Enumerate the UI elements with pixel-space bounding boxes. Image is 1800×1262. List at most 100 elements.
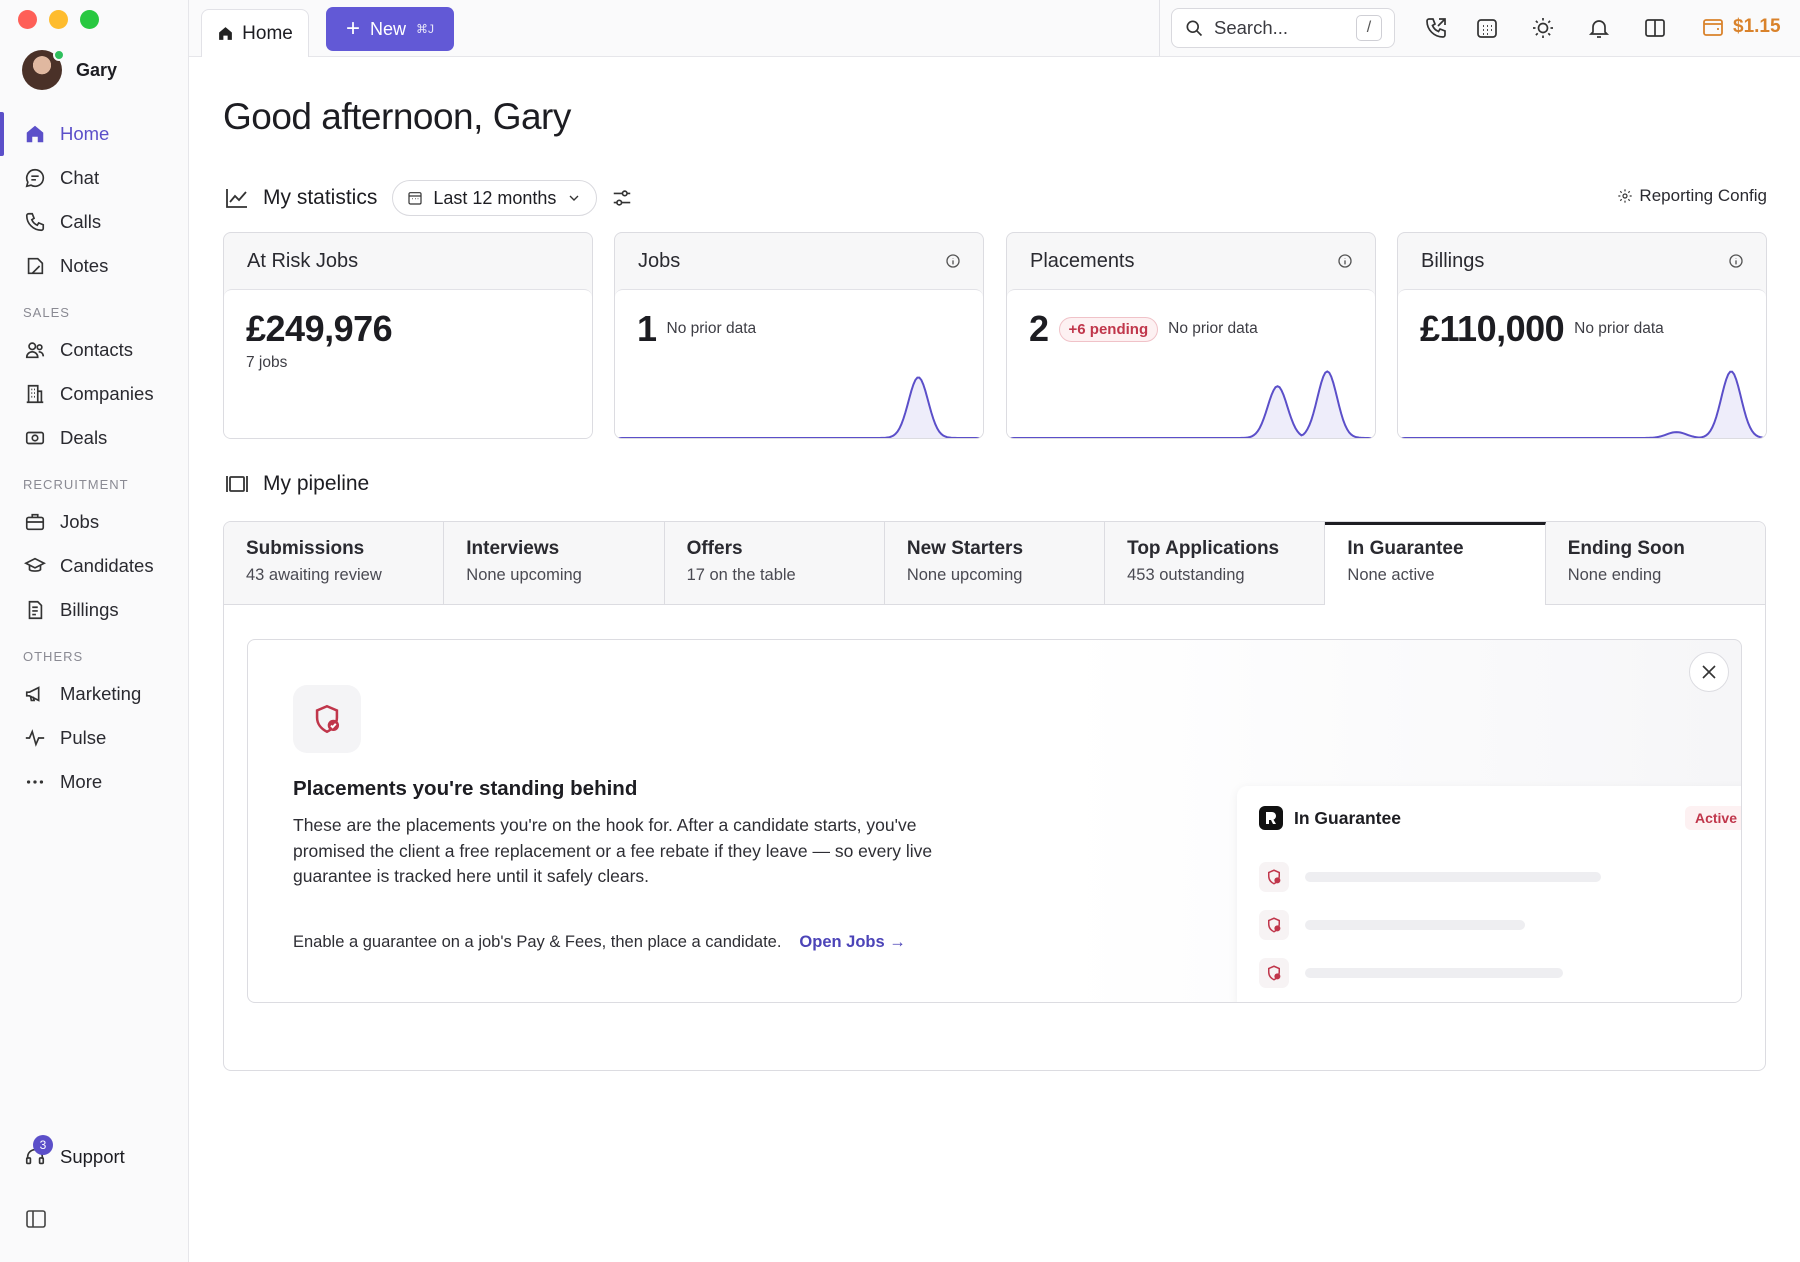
reporting-config-label: Reporting Config (1639, 186, 1767, 205)
tab-subtitle: 43 awaiting review (246, 566, 382, 584)
online-status-dot (53, 49, 65, 61)
sidebar-item-label: Marketing (60, 683, 142, 704)
pipeline-icon (226, 476, 248, 492)
new-button-label: New (370, 18, 407, 39)
info-icon[interactable] (1337, 253, 1353, 269)
contacts-icon (25, 342, 45, 359)
stat-card-placements[interactable]: Placements 2 +6 pending No prior data (1006, 232, 1376, 439)
stat-card-value: £249,976 (246, 308, 393, 349)
sidebar-item-label: Pulse (60, 727, 107, 748)
more-icon (26, 780, 44, 784)
date-range-select[interactable]: Last 12 months (392, 180, 598, 216)
info-icon[interactable] (945, 253, 961, 269)
tab-title: In Guarantee (1347, 538, 1464, 559)
building-icon (26, 384, 44, 404)
new-button[interactable]: + New ⌘J (326, 7, 454, 51)
user-profile[interactable]: Gary (22, 49, 117, 90)
tab-ending-soon[interactable]: Ending Soon None ending (1546, 522, 1765, 604)
info-icon[interactable] (1728, 253, 1744, 269)
chat-icon (25, 168, 45, 188)
sidebar-item-jobs[interactable]: Jobs (0, 500, 189, 544)
sidebar-item-marketing[interactable]: Marketing (0, 672, 189, 716)
preview-row (1259, 862, 1601, 892)
calendar-icon[interactable] (1475, 16, 1499, 40)
divider (1159, 0, 1160, 56)
statistics-header: My statistics Last 12 months (225, 180, 633, 216)
new-shortcut-hint: ⌘J (416, 22, 435, 36)
stat-card-subtitle: 7 jobs (246, 354, 288, 371)
maximize-window-button[interactable] (80, 10, 99, 29)
support-button[interactable]: 3 Support (24, 1135, 125, 1168)
page-title: Good afternoon, Gary (223, 96, 571, 137)
sidebar-item-chat[interactable]: Chat (0, 156, 189, 200)
phone-icon (25, 212, 45, 232)
close-window-button[interactable] (18, 10, 37, 29)
preview-header: In Guarantee (1259, 806, 1401, 830)
reporting-config-button[interactable]: Reporting Config (1617, 186, 1767, 206)
placeholder-bar (1305, 920, 1525, 930)
sparkline-area (615, 377, 983, 438)
shield-check-icon (1259, 958, 1289, 988)
sidebar-toggle-icon[interactable] (26, 1210, 46, 1228)
sidebar-item-calls[interactable]: Calls (0, 200, 189, 244)
pulse-icon (25, 729, 45, 747)
empty-state-footer: Enable a guarantee on a job's Pay & Fees… (293, 933, 906, 952)
sidebar-item-contacts[interactable]: Contacts (0, 328, 189, 372)
sidebar-item-pulse[interactable]: Pulse (0, 716, 189, 760)
tab-top-applications[interactable]: Top Applications 453 outstanding (1105, 522, 1326, 604)
empty-state-description: These are the placements you're on the h… (293, 815, 933, 886)
sidebar-item-more[interactable]: More (0, 760, 189, 804)
tab-subtitle: None upcoming (906, 566, 1023, 584)
tab-interviews[interactable]: Interviews None upcoming (444, 522, 665, 604)
close-icon (1702, 665, 1716, 679)
stat-card-value: £110,000 (1420, 308, 1565, 349)
sidebar-item-candidates[interactable]: Candidates (0, 544, 189, 588)
sidebar-item-deals[interactable]: Deals (0, 416, 189, 460)
notes-icon (27, 257, 44, 275)
sliders-icon[interactable] (611, 187, 633, 209)
minimize-window-button[interactable] (49, 10, 68, 29)
search-input[interactable]: Search... / (1171, 8, 1395, 48)
tab-submissions[interactable]: Submissions 43 awaiting review (224, 522, 445, 604)
sidebar-item-notes[interactable]: Notes (0, 244, 189, 288)
statistics-title: My statistics (263, 186, 378, 209)
open-jobs-link[interactable]: Open Jobs → (799, 933, 905, 952)
nav-section-sales: SALES (23, 305, 70, 320)
sun-icon[interactable] (1531, 16, 1555, 40)
megaphone-icon (25, 686, 40, 702)
tab-offers[interactable]: Offers 17 on the table (665, 522, 885, 604)
window-controls (18, 10, 99, 29)
wallet-icon (1703, 19, 1723, 36)
sidebar-item-companies[interactable]: Companies (0, 372, 189, 416)
nav-section-others: OTHERS (23, 649, 84, 664)
phone-forward-icon[interactable] (1424, 16, 1448, 40)
tab-in-guarantee[interactable]: In Guarantee None active (1325, 522, 1546, 605)
support-badge: 3 (33, 1135, 53, 1155)
stat-card-billings[interactable]: Billings £110,000 No prior data (1397, 232, 1767, 439)
sidebar-item-label: Home (60, 123, 110, 144)
sparkline-area (1007, 371, 1375, 438)
stat-card-at-risk-jobs[interactable]: At Risk Jobs £249,976 7 jobs (223, 232, 593, 439)
search-icon (1186, 20, 1203, 37)
nav-section-recruitment: RECRUITMENT (23, 477, 129, 492)
tab-new-starters[interactable]: New Starters None upcoming (885, 522, 1106, 604)
dismiss-button[interactable] (1689, 652, 1729, 692)
sidebar-item-label: Jobs (60, 511, 100, 532)
shield-check-icon (1259, 910, 1289, 940)
pipeline-tabs: Submissions 43 awaiting review Interview… (224, 522, 1765, 605)
sidebar-item-label: Candidates (60, 555, 154, 576)
sparkline-line (1398, 370, 1766, 438)
tab-title: Ending Soon (1567, 538, 1685, 559)
stat-card-jobs[interactable]: Jobs 1 No prior data (614, 232, 984, 439)
tab-home[interactable]: Home (201, 9, 309, 57)
sidebar-item-label: Notes (60, 255, 109, 276)
sidebar-item-label: Contacts (60, 339, 134, 360)
sidebar-item-billings[interactable]: Billings (0, 588, 189, 632)
tab-title: New Starters (906, 538, 1024, 559)
graduation-cap-icon (24, 557, 46, 572)
credits-balance[interactable]: $1.15 (1701, 15, 1781, 39)
search-placeholder: Search... (1214, 17, 1289, 38)
bell-icon[interactable] (1587, 16, 1611, 40)
sidebar-item-home[interactable]: Home (0, 112, 189, 156)
split-view-icon[interactable] (1643, 16, 1667, 40)
